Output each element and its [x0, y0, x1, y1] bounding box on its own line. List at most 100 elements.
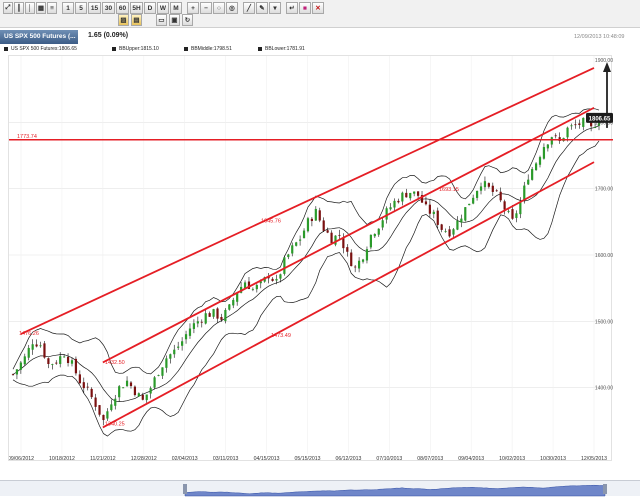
refresh-icon[interactable]: ↻ — [182, 14, 193, 26]
candle-body — [507, 211, 510, 212]
candle-body — [346, 247, 349, 252]
zoom-in-icon[interactable]: + — [187, 2, 199, 14]
candle-body — [19, 362, 22, 370]
candle-body — [251, 289, 255, 290]
candle-body — [377, 228, 380, 235]
candle-body — [27, 347, 30, 358]
candle-body — [236, 293, 239, 302]
periods-icon[interactable]: ≡ — [47, 2, 57, 14]
candle-body — [432, 211, 435, 215]
ohlc-bar-icon[interactable]: │ — [25, 2, 35, 14]
period-m-button[interactable]: M — [170, 2, 182, 14]
candle-body — [444, 231, 447, 233]
candle-body — [318, 210, 321, 221]
candle-body — [78, 374, 81, 384]
period-w-button[interactable]: W — [157, 2, 169, 14]
chart-toolbar: ⤢ ┃ │ ▦ ≡ 1 5 15 30 60 5H D W M + − ○ ◎ ╱ ✎ ▾ ↵ ■ ✕ ▨ ▤ ▭ ▣ ↻ — [0, 0, 640, 28]
period-1-button[interactable]: 1 — [62, 2, 74, 14]
candle-body — [283, 257, 286, 274]
candle-body — [271, 278, 274, 281]
candle-body — [208, 313, 211, 317]
candle-body — [483, 181, 487, 188]
candle-body — [63, 356, 66, 358]
candle-body — [582, 117, 585, 127]
table-grid-icon[interactable]: ▦ — [36, 2, 46, 14]
period-scroller[interactable] — [0, 480, 640, 497]
candle-body — [373, 234, 376, 237]
candle-body — [188, 328, 192, 336]
y-tick-label: 1400.00 — [595, 386, 613, 392]
candle-body — [424, 201, 428, 205]
period-30-button[interactable]: 30 — [102, 2, 115, 14]
candle-body — [416, 191, 420, 196]
candle-body — [413, 191, 416, 194]
bollinger-upper-band — [12, 108, 600, 375]
indicators-icon[interactable]: ▨ — [118, 14, 129, 26]
legend-bb-lower: BBLower:1781.91 — [258, 46, 305, 52]
candle-body — [365, 249, 369, 261]
candle-body — [118, 386, 121, 398]
candle-body — [125, 380, 129, 387]
y-tick-label: 1500.00 — [595, 319, 613, 325]
image-icon[interactable]: ▣ — [169, 14, 180, 26]
candle-body — [224, 309, 227, 322]
candle-body — [157, 375, 160, 376]
candle-body — [216, 308, 219, 319]
scroller-right-handle[interactable] — [603, 484, 607, 494]
x-tick-label: 11/21/2012 — [90, 456, 116, 462]
draw-tool-icon[interactable]: ✎ — [256, 2, 268, 14]
candle-body — [499, 191, 502, 201]
period-d-button[interactable]: D — [144, 2, 156, 14]
period-5h-button[interactable]: 5H — [130, 2, 143, 14]
delete-icon[interactable]: ✕ — [312, 2, 324, 14]
candle-body — [94, 397, 97, 407]
chart-window-icon[interactable]: ▭ — [156, 14, 167, 26]
period-60-button[interactable]: 60 — [116, 2, 129, 14]
candle-body — [39, 345, 42, 347]
candle-body — [141, 394, 144, 400]
candle-body — [145, 394, 148, 401]
candle-body — [173, 349, 176, 355]
candle-body — [169, 354, 172, 359]
candle-body — [11, 374, 15, 376]
zoom-out-icon[interactable]: − — [200, 2, 212, 14]
candle-body — [43, 343, 46, 358]
candle-body — [110, 404, 113, 411]
dropdown-icon[interactable]: ▾ — [269, 2, 281, 14]
candle-body — [310, 218, 313, 222]
candlestick-icon[interactable]: ┃ — [14, 2, 24, 14]
magnifier-icon[interactable]: ◎ — [226, 2, 238, 14]
instrument-title[interactable]: US SPX 500 Futures (... — [0, 30, 78, 44]
candle-body — [491, 185, 494, 192]
price-chart[interactable]: 1773.74 1476.26 1432.50 1340.25 1645.76 1473.… — [9, 56, 613, 462]
scroller-left-handle[interactable] — [183, 484, 187, 494]
scroller-preview[interactable] — [0, 481, 640, 497]
candle-body — [381, 220, 384, 228]
color-picker-icon[interactable]: ■ — [299, 2, 311, 14]
candle-body — [153, 377, 156, 388]
candle-body — [314, 208, 317, 221]
x-tick-label: 05/15/2013 — [295, 456, 321, 462]
candle-body — [503, 201, 506, 210]
candle-body — [401, 192, 404, 202]
candle-body — [393, 200, 396, 208]
candle-body — [255, 285, 258, 290]
candle-body — [554, 135, 557, 137]
candle-body — [448, 229, 451, 237]
cursor-icon[interactable]: ↵ — [286, 2, 298, 14]
candle-body — [102, 414, 105, 421]
zoom-to-fit-icon[interactable]: ⤢ — [3, 2, 13, 14]
candle-body — [428, 204, 431, 214]
candle-body — [192, 323, 196, 329]
candle-body — [578, 123, 581, 125]
candle-body — [220, 317, 223, 320]
candle-body — [475, 190, 479, 198]
candle-body — [523, 185, 526, 201]
period-15-button[interactable]: 15 — [88, 2, 101, 14]
zoom-reset-icon[interactable]: ○ — [213, 2, 225, 14]
chart-area[interactable]: 1773.74 1476.26 1432.50 1340.25 1645.76 1473.… — [8, 55, 613, 462]
period-5-button[interactable]: 5 — [75, 2, 87, 14]
draw-line-icon[interactable]: ╱ — [243, 2, 255, 14]
studies-icon[interactable]: ▤ — [131, 14, 142, 26]
candle-body — [122, 387, 125, 389]
